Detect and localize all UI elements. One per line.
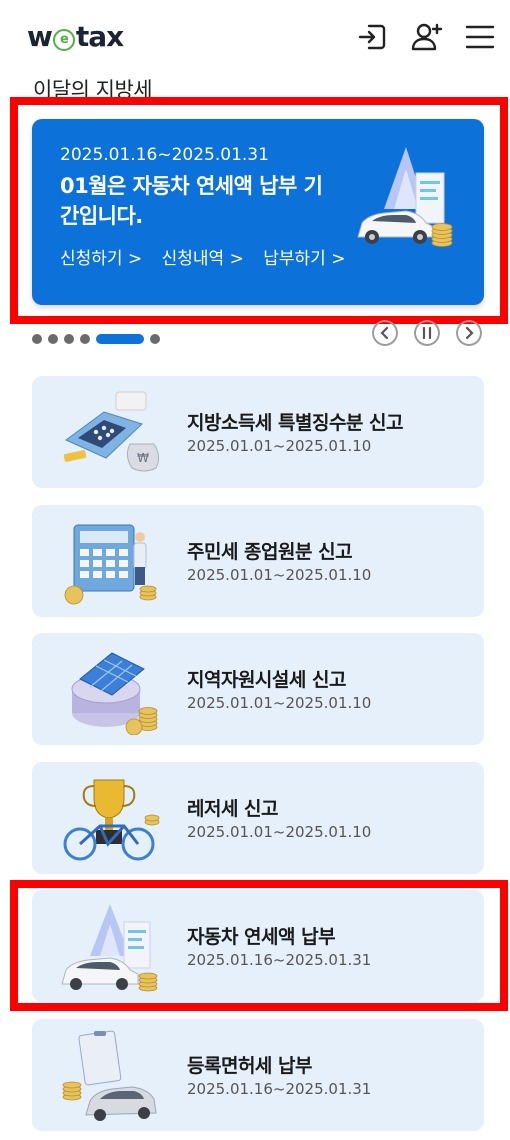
carousel-pause-button[interactable] <box>414 320 440 346</box>
car-tax-icon <box>357 147 453 247</box>
tax-card-car-annual[interactable]: 자동차 연세액 납부 2025.01.16~2025.01.31 <box>32 890 484 1002</box>
card-date: 2025.01.01~2025.01.10 <box>187 437 372 455</box>
carousel-prev-button[interactable] <box>372 320 398 346</box>
card-date: 2025.01.16~2025.01.31 <box>187 951 372 969</box>
login-icon[interactable] <box>355 20 389 54</box>
carousel-dot[interactable] <box>32 333 42 344</box>
app-header: w e tax <box>0 0 510 74</box>
carousel-dots <box>32 328 166 344</box>
card-date: 2025.01.16~2025.01.31 <box>187 1080 372 1098</box>
carousel-next-button[interactable] <box>456 320 482 346</box>
trophy-bicycle-icon <box>63 779 160 861</box>
solar-panel-icon <box>71 652 158 735</box>
menu-icon[interactable] <box>463 20 497 54</box>
payment-terminal-icon: ₩ <box>63 391 160 472</box>
carousel-dot[interactable] <box>48 333 58 344</box>
tax-card-resident-employee[interactable]: 주민세 종업원분 신고 2025.01.01~2025.01.10 <box>32 505 484 617</box>
svg-text:₩: ₩ <box>137 451 149 465</box>
card-title: 자동차 연세액 납부 <box>187 926 336 948</box>
carousel-dot[interactable] <box>64 333 74 344</box>
banner-date: 2025.01.16~2025.01.31 <box>60 145 269 165</box>
carousel-dot-active[interactable] <box>96 333 144 344</box>
banner-title: 01월은 자동차 연세액 납부 기간입니다. <box>60 174 323 228</box>
wetax-logo[interactable]: w e tax <box>27 20 124 53</box>
tax-card-local-income[interactable]: ₩ 지방소득세 특별징수분 신고 2025.01.01~2025.01.10 <box>32 376 484 488</box>
registration-car-icon <box>62 1030 157 1121</box>
card-title: 레저세 신고 <box>187 798 279 820</box>
tax-card-registration-license[interactable]: 등록면허세 납부 2025.01.16~2025.01.31 <box>32 1019 484 1131</box>
card-title: 지방소득세 특별징수분 신고 <box>187 412 404 434</box>
carousel-dot[interactable] <box>80 333 90 344</box>
car-tax-icon <box>61 904 158 992</box>
history-link[interactable]: 신청내역 > <box>162 249 244 269</box>
carousel-dot[interactable] <box>150 333 160 344</box>
pay-link[interactable]: 납부하기 > <box>263 249 345 269</box>
card-date: 2025.01.01~2025.01.10 <box>187 823 372 841</box>
tax-card-leisure[interactable]: 레저세 신고 2025.01.01~2025.01.10 <box>32 762 484 874</box>
card-date: 2025.01.01~2025.01.10 <box>187 566 372 584</box>
tax-card-regional-resource[interactable]: 지역자원시설세 신고 2025.01.01~2025.01.10 <box>32 633 484 745</box>
card-title: 등록면허세 납부 <box>187 1055 312 1077</box>
add-user-icon[interactable] <box>410 20 444 54</box>
section-title: 이달의 지방세 <box>33 78 153 102</box>
promo-banner[interactable]: 2025.01.16~2025.01.31 01월은 자동차 연세액 납부 기간… <box>32 119 484 305</box>
apply-link[interactable]: 신청하기 > <box>60 249 142 269</box>
calculator-icon <box>64 524 157 605</box>
card-title: 주민세 종업원분 신고 <box>187 541 353 563</box>
logo-e-mark: e <box>52 29 75 51</box>
card-title: 지역자원시설세 신고 <box>187 669 346 691</box>
banner-links: 신청하기 > 신청내역 > 납부하기 > <box>60 244 359 269</box>
card-date: 2025.01.01~2025.01.10 <box>187 694 372 712</box>
